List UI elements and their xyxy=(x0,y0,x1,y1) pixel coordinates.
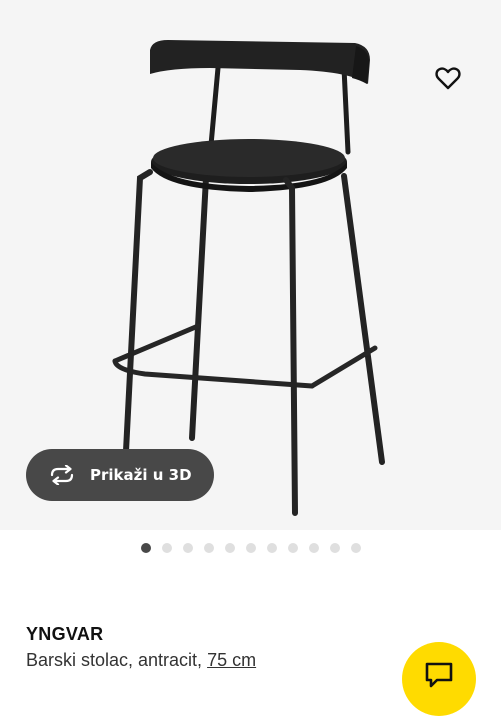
product-description-text: Barski stolac, antracit, xyxy=(26,650,208,670)
favorite-button[interactable] xyxy=(428,58,468,98)
rotate-3d-icon xyxy=(48,465,76,485)
view-3d-button[interactable]: Prikaži u 3D xyxy=(26,449,214,501)
heart-icon xyxy=(435,67,461,90)
pagination-dot[interactable] xyxy=(140,543,151,553)
pagination-dot[interactable] xyxy=(350,543,361,553)
pagination-dot[interactable] xyxy=(203,543,214,553)
pagination-dot[interactable] xyxy=(182,543,193,553)
pagination-dot[interactable] xyxy=(161,543,172,553)
product-description: Barski stolac, antracit, 75 cm xyxy=(26,650,256,671)
chat-button[interactable] xyxy=(402,642,476,716)
image-pagination-dots xyxy=(0,543,501,553)
product-name: YNGVAR xyxy=(26,624,104,644)
product-image-gallery[interactable]: Prikaži u 3D xyxy=(0,0,501,530)
chat-icon xyxy=(425,662,453,688)
pagination-dot[interactable] xyxy=(245,543,256,553)
view-3d-label: Prikaži u 3D xyxy=(90,466,192,484)
pagination-dot[interactable] xyxy=(287,543,298,553)
pagination-dot[interactable] xyxy=(266,543,277,553)
pagination-dot[interactable] xyxy=(329,543,340,553)
pagination-dot[interactable] xyxy=(308,543,319,553)
product-size-link[interactable]: 75 cm xyxy=(207,650,256,670)
pagination-dot[interactable] xyxy=(224,543,235,553)
